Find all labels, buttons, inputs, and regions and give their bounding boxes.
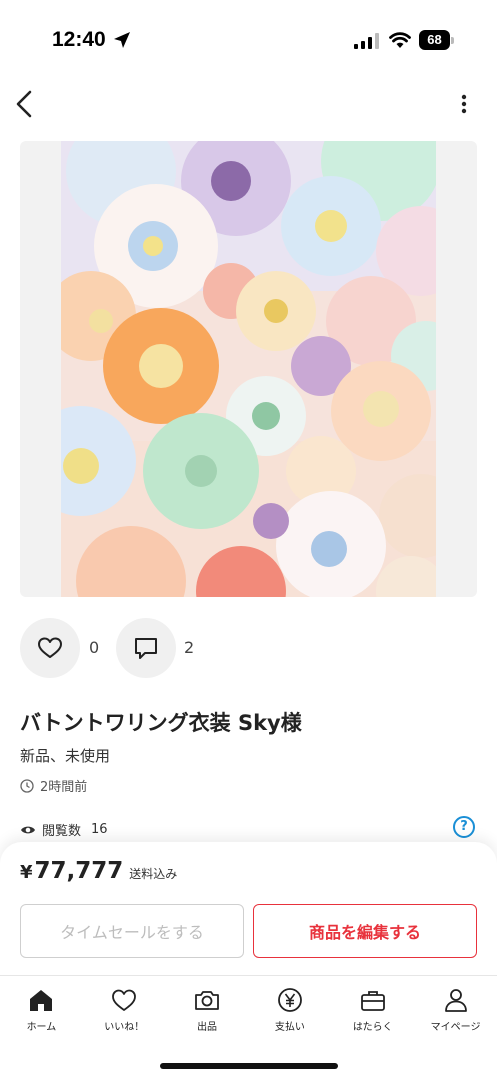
comment-count: 2	[184, 638, 195, 657]
location-arrow-icon	[114, 32, 130, 48]
battery-level: 68	[419, 30, 450, 50]
tab-work[interactable]: はたらく	[331, 980, 414, 1040]
price-row: ¥ 77,777 送料込み	[20, 858, 177, 884]
heart-icon	[112, 989, 137, 1011]
back-chevron-icon[interactable]	[12, 88, 38, 120]
tab-payment[interactable]: 支払い	[248, 980, 331, 1040]
tab-divider	[0, 975, 497, 976]
tab-likes[interactable]: いいね！	[83, 980, 166, 1040]
edit-item-button[interactable]: 商品を編集する	[253, 904, 477, 958]
product-photo[interactable]	[61, 141, 436, 597]
tab-label: ホーム	[26, 1022, 57, 1033]
product-condition: 新品、未使用	[20, 747, 111, 765]
camera-icon	[195, 991, 219, 1010]
like-count: 0	[89, 638, 100, 657]
help-icon[interactable]: ?	[453, 816, 475, 838]
wifi-icon	[389, 32, 411, 48]
currency-symbol: ¥	[20, 862, 33, 883]
heart-icon	[38, 637, 62, 658]
tab-label: いいね！	[104, 1022, 145, 1033]
posted-time: 2時間前	[40, 780, 88, 795]
tab-sell[interactable]: 出品	[166, 980, 249, 1040]
tab-label: 出品	[197, 1022, 218, 1033]
views-count: 16	[91, 822, 108, 837]
signal-icon	[354, 33, 379, 49]
yen-circle-icon	[277, 988, 302, 1012]
like-button[interactable]	[20, 618, 80, 678]
briefcase-icon	[360, 991, 385, 1011]
tab-bar: ホーム いいね！ 出品 支払い はたらく マイページ	[0, 980, 497, 1040]
eye-icon	[21, 826, 35, 833]
person-icon	[444, 989, 467, 1012]
clock-icon	[20, 778, 34, 793]
home-indicator	[160, 1063, 338, 1069]
tab-mypage[interactable]: マイページ	[414, 980, 497, 1040]
tab-label: 支払い	[274, 1022, 305, 1033]
shipping-note: 送料込み	[129, 867, 178, 881]
home-icon	[30, 990, 53, 1011]
tab-label: マイページ	[430, 1022, 481, 1033]
status-time: 12:40	[52, 28, 106, 51]
tab-label: はたらく	[352, 1022, 393, 1033]
posted-time-row: 2時間前	[20, 776, 87, 795]
more-vertical-icon[interactable]	[452, 92, 476, 116]
comment-button[interactable]	[116, 618, 176, 678]
views-row: 閲覧数 16	[20, 820, 108, 839]
tab-home[interactable]: ホーム	[0, 980, 83, 1040]
price-value: 77,777	[34, 858, 124, 884]
timesale-button[interactable]: タイムセールをする	[20, 904, 244, 958]
battery-icon: 68	[419, 30, 455, 50]
status-bar: 12:40 68	[0, 0, 497, 82]
views-label: 閲覧数	[42, 824, 82, 839]
product-title: バトントワリング衣装 Sky様	[20, 711, 302, 735]
comment-icon	[135, 638, 157, 659]
product-image-frame[interactable]	[20, 141, 477, 597]
